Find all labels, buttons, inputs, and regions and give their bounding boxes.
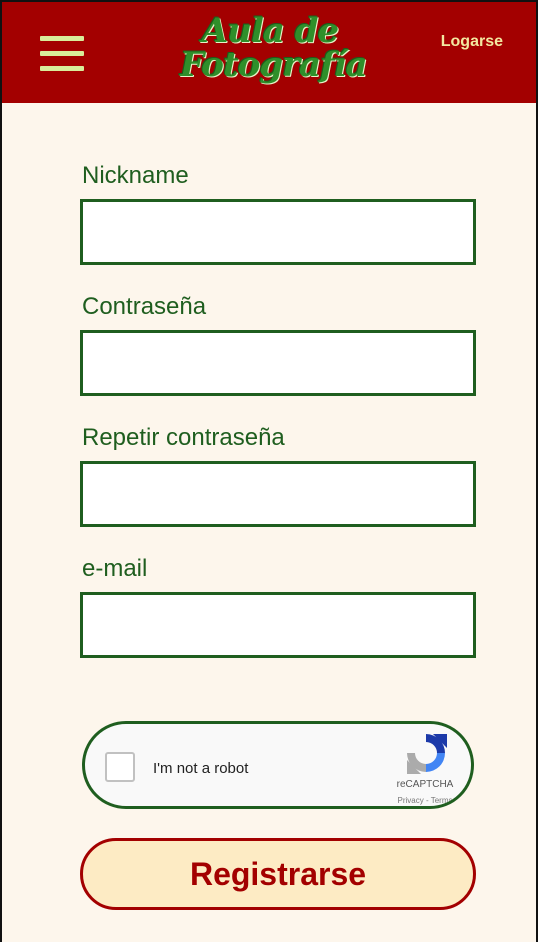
nickname-input[interactable] [80,199,476,265]
register-button[interactable]: Registrarse [80,838,476,910]
recaptcha-widget: I'm not a robot reCAPTCHA Privacy - Term… [82,721,474,809]
recaptcha-privacy-terms[interactable]: Privacy - Terms [385,796,465,805]
top-header: Aula de Fotografía Logarse [0,0,538,103]
password-input[interactable] [80,330,476,396]
recaptcha-brand: reCAPTCHA [396,779,454,790]
repeat-password-input[interactable] [80,461,476,527]
recaptcha-logo-icon [407,734,447,774]
recaptcha-label: I'm not a robot [153,760,249,777]
site-logo[interactable]: Aula de Fotografía [180,12,368,92]
email-input[interactable] [80,592,476,658]
password-label: Contraseña [82,293,207,320]
nickname-label: Nickname [82,162,189,189]
repeat-password-label: Repetir contraseña [82,424,285,451]
hamburger-menu-icon[interactable] [40,33,84,75]
email-label: e-mail [82,555,148,582]
login-link[interactable]: Logarse [441,33,503,51]
recaptcha-checkbox[interactable] [105,752,135,782]
logo-line-2: Fotografía [180,45,368,85]
